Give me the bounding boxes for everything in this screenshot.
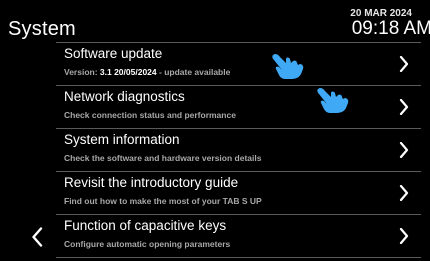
menu-item-title: Software update bbox=[64, 46, 163, 61]
settings-menu: Software update Version: 3.1 20/05/2024 … bbox=[56, 42, 421, 258]
menu-item-system-information[interactable]: System information Check the software an… bbox=[56, 129, 421, 172]
menu-item-capacitive-keys[interactable]: Function of capacitive keys Configure au… bbox=[56, 215, 421, 258]
version-value: 3.1 20/05/2024 bbox=[99, 67, 157, 77]
menu-item-title: System information bbox=[64, 132, 180, 147]
chevron-right-icon bbox=[399, 56, 409, 72]
back-button[interactable] bbox=[31, 227, 43, 247]
menu-item-subtitle: Version: 3.1 20/05/2024 - update availab… bbox=[64, 67, 230, 77]
chevron-right-icon bbox=[399, 142, 409, 158]
pointing-hand-icon bbox=[317, 87, 349, 113]
menu-item-subtitle: Check the software and hardware version … bbox=[64, 153, 262, 163]
menu-item-title: Revisit the introductory guide bbox=[64, 175, 239, 190]
menu-item-subtitle: Configure automatic opening parameters bbox=[64, 239, 231, 249]
chevron-right-icon bbox=[399, 185, 409, 201]
menu-item-introductory-guide[interactable]: Revisit the introductory guide Find out … bbox=[56, 172, 421, 215]
menu-item-subtitle: Check connection status and performance bbox=[64, 110, 236, 120]
pointing-hand-icon bbox=[272, 53, 304, 79]
version-prefix: Version: bbox=[64, 67, 100, 77]
version-suffix: - update available bbox=[156, 67, 231, 77]
time-label: 09:18 AM bbox=[351, 18, 430, 39]
menu-item-title: Function of capacitive keys bbox=[64, 218, 227, 233]
page-title: System bbox=[8, 18, 76, 40]
menu-item-subtitle: Find out how to make the most of your TA… bbox=[64, 196, 262, 206]
menu-item-software-update[interactable]: Software update Version: 3.1 20/05/2024 … bbox=[56, 43, 421, 86]
chevron-right-icon bbox=[399, 99, 409, 115]
chevron-right-icon bbox=[399, 228, 409, 244]
menu-item-title: Network diagnostics bbox=[64, 89, 185, 104]
menu-item-network-diagnostics[interactable]: Network diagnostics Check connection sta… bbox=[56, 86, 421, 129]
